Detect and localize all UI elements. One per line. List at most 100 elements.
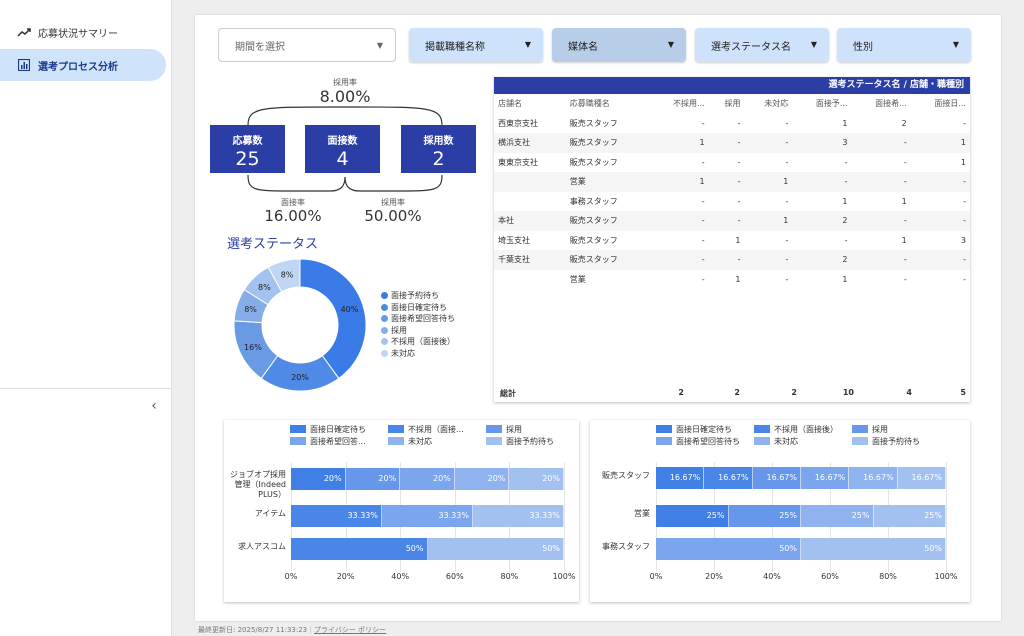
legend-dot: [381, 315, 388, 323]
bar-segment[interactable]: 33.33%: [381, 505, 473, 527]
legend-item[interactable]: 不採用（面接後）: [754, 423, 852, 435]
bar-chart-icon: [16, 57, 32, 73]
bar-segment[interactable]: 25%: [801, 505, 874, 527]
legend-item[interactable]: 未対応: [754, 435, 852, 447]
bar-segment[interactable]: 20%: [509, 468, 564, 490]
sidebar-item-application-summary[interactable]: 応募状況サマリー: [0, 16, 166, 48]
table-header-cell[interactable]: 不採用...: [649, 94, 708, 114]
bar-segment[interactable]: 16.67%: [752, 467, 801, 489]
total-cell: 2: [734, 388, 740, 397]
legend-item[interactable]: 面接日確定待ち: [656, 423, 754, 435]
legend-label: 面接日確定待ち: [310, 424, 366, 434]
x-tick-label: 20%: [705, 572, 723, 581]
x-tick-label: 20%: [336, 572, 355, 581]
legend-swatch: [486, 437, 502, 445]
table-row: 東東京支社 販売スタッフ - - - - - 1: [494, 153, 970, 173]
legend-item[interactable]: 採用: [381, 325, 455, 337]
caret-down-icon: ▼: [810, 40, 817, 49]
table-total-row: 総計 2 2 2 10 4 5: [494, 384, 970, 402]
legend-item[interactable]: 面接予約待ち: [852, 435, 950, 447]
legend-item[interactable]: 不採用（面接...: [388, 423, 486, 435]
legend-item[interactable]: 面接予約待ち: [486, 435, 584, 447]
legend-item[interactable]: 面接予約待ち: [381, 290, 455, 302]
status-filter[interactable]: 選考ステータス名 ▼: [695, 28, 829, 62]
report-canvas: 期間を選択 ▼ 掲載職種名称 ▼ 媒体名 ▼ 選考ステータス名 ▼ 性別 ▼ 採…: [195, 15, 1001, 621]
media-filter[interactable]: 媒体名 ▼: [552, 28, 686, 62]
table-cell: 1: [744, 211, 793, 231]
table-cell: -: [910, 250, 970, 270]
legend-item[interactable]: 面接希望回答待ち: [656, 435, 754, 447]
table-header-cell[interactable]: 面接日...: [911, 94, 970, 114]
status-table-card: 選考ステータス名 / 店舗・職種別 店舗名 応募職種名 不採用... 採用 未対応 面接予…: [494, 77, 970, 402]
table-cell: -: [785, 196, 789, 206]
legend-label: 面接希望回答...: [310, 436, 366, 446]
bar-segment[interactable]: 20%: [345, 468, 401, 490]
legend-label: 採用: [506, 424, 522, 434]
legend-label: 面接予約待ち: [506, 436, 554, 446]
bar-segment[interactable]: 20%: [291, 468, 346, 490]
table-header-cell[interactable]: 応募職種名: [566, 94, 650, 114]
table-row: 営業 - 1 - 1 - -: [494, 270, 970, 290]
table-cell: -: [851, 133, 911, 153]
legend-item[interactable]: 不採用（面接後）: [381, 336, 455, 348]
legend-item[interactable]: 採用: [852, 423, 950, 435]
bar-segment[interactable]: 20%: [454, 468, 510, 490]
total-cell: 2: [791, 388, 797, 397]
donut-slice[interactable]: [299, 258, 367, 380]
table-cell: 1: [960, 157, 966, 167]
bar-segment[interactable]: 50%: [291, 538, 428, 560]
table-cell: -: [708, 172, 745, 192]
bar-segment[interactable]: 50%: [427, 538, 564, 560]
donut-slice-label: 8%: [244, 305, 257, 314]
table-header-cell[interactable]: 面接希...: [852, 94, 911, 114]
bar-segment[interactable]: 50%: [801, 538, 946, 560]
gridline: [946, 462, 947, 572]
bar-segment[interactable]: 25%: [873, 505, 946, 527]
sidebar-item-selection-process[interactable]: 選考プロセス分析: [0, 49, 166, 81]
table-cell: -: [785, 157, 789, 167]
bar-segment[interactable]: 16.67%: [656, 467, 705, 489]
bar-segment[interactable]: 25%: [728, 505, 801, 527]
donut-slice-label: 8%: [258, 283, 271, 292]
table-cell: 1: [649, 133, 709, 153]
legend-swatch: [290, 437, 306, 445]
table-cell: 1: [901, 235, 907, 245]
period-selector[interactable]: 期間を選択 ▼: [218, 28, 396, 62]
table-cell: 2: [901, 118, 907, 128]
bar-segment[interactable]: 16.67%: [897, 467, 947, 489]
legend-dot: [381, 338, 388, 346]
legend-label: 面接希望回答待ち: [676, 436, 740, 446]
legend-item[interactable]: 面接希望回答待ち: [381, 313, 455, 325]
gender-filter[interactable]: 性別 ▼: [837, 28, 971, 62]
bar-segment[interactable]: 25%: [656, 505, 729, 527]
bar-segment[interactable]: 33.33%: [472, 505, 564, 527]
bar-segment[interactable]: 20%: [400, 468, 455, 490]
privacy-policy-link[interactable]: プライバシー ポリシー: [314, 626, 386, 634]
legend-item[interactable]: 未対応: [388, 435, 486, 447]
table-cell: -: [903, 157, 907, 167]
legend-item[interactable]: 面接希望回答...: [290, 435, 388, 447]
legend-item[interactable]: 面接日確定待ち: [290, 423, 388, 435]
bar-segment[interactable]: 16.67%: [849, 467, 898, 489]
legend-item[interactable]: 面接日確定待ち: [381, 302, 455, 314]
bar-segment[interactable]: 16.67%: [801, 467, 850, 489]
table-cell: -: [708, 250, 745, 270]
table-header-cell[interactable]: 店舗名: [494, 94, 566, 114]
legend-item[interactable]: 未対応: [381, 348, 455, 360]
table-cell: -: [851, 250, 911, 270]
table-header-cell[interactable]: 面接予...: [792, 94, 851, 114]
table-header-cell[interactable]: 未対応: [744, 94, 792, 114]
bar-segment[interactable]: 16.67%: [704, 467, 753, 489]
table-cell: 東東京支社: [498, 157, 538, 167]
table-header-cell[interactable]: 採用: [709, 94, 745, 114]
bar-segment[interactable]: 50%: [656, 538, 801, 560]
legend-item[interactable]: 採用: [486, 423, 584, 435]
table-cell: 販売スタッフ: [565, 250, 650, 270]
table-cell: -: [851, 211, 911, 231]
trending-up-icon: [16, 24, 32, 40]
table-row: 西東京支社 販売スタッフ - - - 1 2 -: [494, 114, 970, 134]
chevron-left-icon[interactable]: ‹: [146, 398, 162, 414]
kpi-applications: 応募数 25: [210, 125, 285, 173]
job-title-filter[interactable]: 掲載職種名称 ▼: [409, 28, 543, 62]
bar-segment[interactable]: 33.33%: [291, 505, 382, 527]
